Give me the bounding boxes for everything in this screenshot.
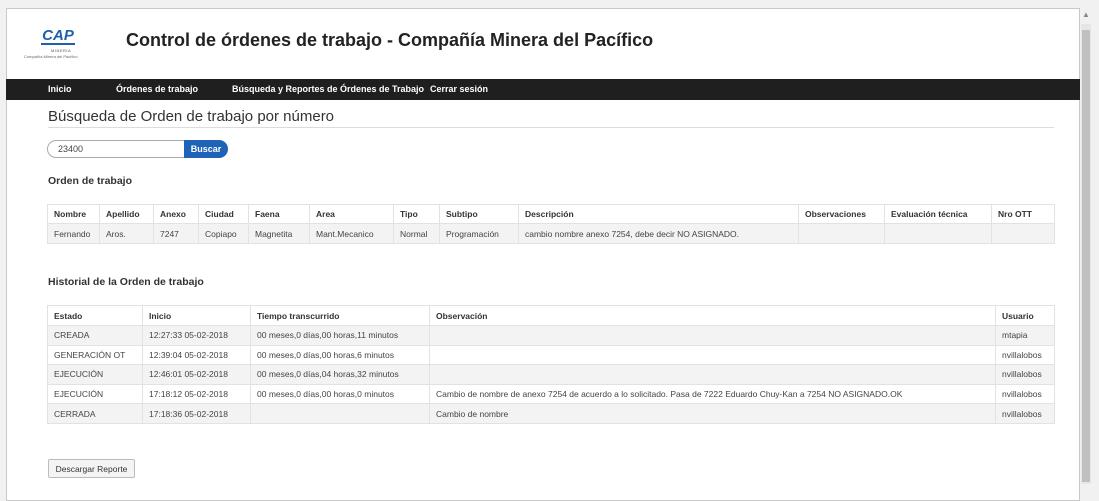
nav-item-ordenes[interactable]: Órdenes de trabajo	[116, 79, 198, 100]
cell-nombre: Fernando	[47, 223, 100, 244]
orden-header-row: Nombre Apellido Anexo Ciudad Faena Area …	[47, 204, 1055, 224]
main-navbar: Inicio Órdenes de trabajo Búsqueda y Rep…	[6, 79, 1080, 100]
historial-section-title: Historial de la Orden de trabajo	[48, 276, 204, 288]
table-row: CREADA 12:27:33 05-02-2018 00 meses,0 dí…	[47, 325, 1055, 346]
col-observacion: Observación	[429, 305, 996, 326]
cell-observacion	[429, 364, 996, 385]
scroll-up-arrow-icon[interactable]: ▲	[1082, 10, 1090, 19]
cell-estado: CREADA	[47, 325, 143, 346]
table-row: EJECUCIÓN 17:18:12 05-02-2018 00 meses,0…	[47, 383, 1055, 405]
cap-logo-icon: CAP	[41, 27, 75, 45]
col-inicio: Inicio	[142, 305, 251, 326]
search-section-title: Búsqueda de Orden de trabajo por número	[48, 108, 335, 125]
cell-usuario: nvillalobos	[995, 383, 1055, 405]
col-anexo: Anexo	[153, 204, 199, 224]
orden-table: Nombre Apellido Anexo Ciudad Faena Area …	[47, 204, 1055, 244]
nav-item-cerrar-sesion[interactable]: Cerrar sesión	[430, 79, 488, 100]
page-title: Control de órdenes de trabajo - Compañía…	[126, 30, 654, 50]
order-number-input[interactable]	[47, 140, 185, 158]
cell-descripcion: cambio nombre anexo 7254, debe decir NO …	[518, 223, 799, 244]
col-nombre: Nombre	[47, 204, 100, 224]
cell-observacion	[429, 325, 996, 346]
cell-usuario: nvillalobos	[995, 364, 1055, 385]
col-descripcion: Descripción	[518, 204, 799, 224]
cell-inicio: 12:39:04 05-02-2018	[142, 344, 251, 366]
cell-tiempo	[250, 403, 430, 424]
col-estado: Estado	[47, 305, 143, 326]
cell-estado: EJECUCIÓN	[47, 383, 143, 405]
col-usuario: Usuario	[995, 305, 1055, 326]
cell-estado: EJECUCIÓN	[47, 364, 143, 385]
cell-ciudad: Copiapo	[198, 223, 249, 244]
nav-item-busqueda-reportes[interactable]: Búsqueda y Reportes de Órdenes de Trabaj…	[232, 79, 424, 100]
col-ciudad: Ciudad	[198, 204, 249, 224]
cell-nro-ott	[991, 223, 1055, 244]
col-evaluacion-tecnica: Evaluación técnica	[884, 204, 992, 224]
cell-tipo: Normal	[393, 223, 440, 244]
cell-usuario: nvillalobos	[995, 344, 1055, 366]
company-logo: CAP MINERIA Compañía Minera del Pacífico	[24, 26, 88, 64]
col-subtipo: Subtipo	[439, 204, 519, 224]
cell-anexo: 7247	[153, 223, 199, 244]
table-row: CERRADA 17:18:36 05-02-2018 Cambio de no…	[47, 403, 1055, 424]
table-row: GENERACIÓN OT 12:39:04 05-02-2018 00 mes…	[47, 344, 1055, 366]
cell-estado: GENERACIÓN OT	[47, 344, 143, 366]
historial-header-row: Estado Inicio Tiempo transcurrido Observ…	[47, 305, 1055, 326]
col-apellido: Apellido	[99, 204, 154, 224]
cell-tiempo: 00 meses,0 días,00 horas,0 minutos	[250, 383, 430, 405]
table-row: Fernando Aros. 7247 Copiapo Magnetita Ma…	[47, 223, 1055, 244]
cell-inicio: 12:27:33 05-02-2018	[142, 325, 251, 346]
search-button[interactable]: Buscar	[184, 140, 228, 158]
col-area: Area	[309, 204, 394, 224]
cell-usuario: mtapia	[995, 325, 1055, 346]
cell-estado: CERRADA	[47, 403, 143, 424]
nav-item-inicio[interactable]: Inicio	[48, 79, 72, 100]
cell-faena: Magnetita	[248, 223, 310, 244]
cell-tiempo: 00 meses,0 días,00 horas,6 minutos	[250, 344, 430, 366]
divider	[48, 127, 1054, 128]
svg-text:CAP: CAP	[42, 27, 75, 44]
col-observaciones: Observaciones	[798, 204, 885, 224]
orden-section-title: Orden de trabajo	[48, 175, 133, 187]
vertical-scrollbar[interactable]: ▲	[1081, 10, 1091, 484]
cell-evaluacion-tecnica	[884, 223, 992, 244]
cell-observacion: Cambio de nombre de anexo 7254 de acuerd…	[429, 383, 996, 405]
download-report-button[interactable]: Descargar Reporte	[48, 459, 135, 478]
table-row: EJECUCIÓN 12:46:01 05-02-2018 00 meses,0…	[47, 364, 1055, 385]
col-faena: Faena	[248, 204, 310, 224]
cell-observaciones	[798, 223, 885, 244]
historial-table: Estado Inicio Tiempo transcurrido Observ…	[47, 305, 1055, 424]
cell-inicio: 17:18:12 05-02-2018	[142, 383, 251, 405]
page-header: CAP MINERIA Compañía Minera del Pacífico…	[24, 22, 1064, 68]
cell-area: Mant.Mecanico	[309, 223, 394, 244]
cell-observacion: Cambio de nombre	[429, 403, 996, 424]
cell-inicio: 12:46:01 05-02-2018	[142, 364, 251, 385]
cell-apellido: Aros.	[99, 223, 154, 244]
col-tipo: Tipo	[393, 204, 440, 224]
cell-usuario: nvillalobos	[995, 403, 1055, 424]
cell-inicio: 17:18:36 05-02-2018	[142, 403, 251, 424]
scrollbar-thumb[interactable]	[1082, 30, 1090, 482]
col-nro-ott: Nro OTT	[991, 204, 1055, 224]
logo-subtext: MINERIA	[51, 48, 72, 53]
cell-tiempo: 00 meses,0 días,04 horas,32 minutos	[250, 364, 430, 385]
logo-company-name: Compañía Minera del Pacífico	[24, 54, 78, 59]
col-tiempo-transcurrido: Tiempo transcurrido	[250, 305, 430, 326]
cell-tiempo: 00 meses,0 días,00 horas,11 minutos	[250, 325, 430, 346]
cell-observacion	[429, 344, 996, 366]
cell-subtipo: Programación	[439, 223, 519, 244]
